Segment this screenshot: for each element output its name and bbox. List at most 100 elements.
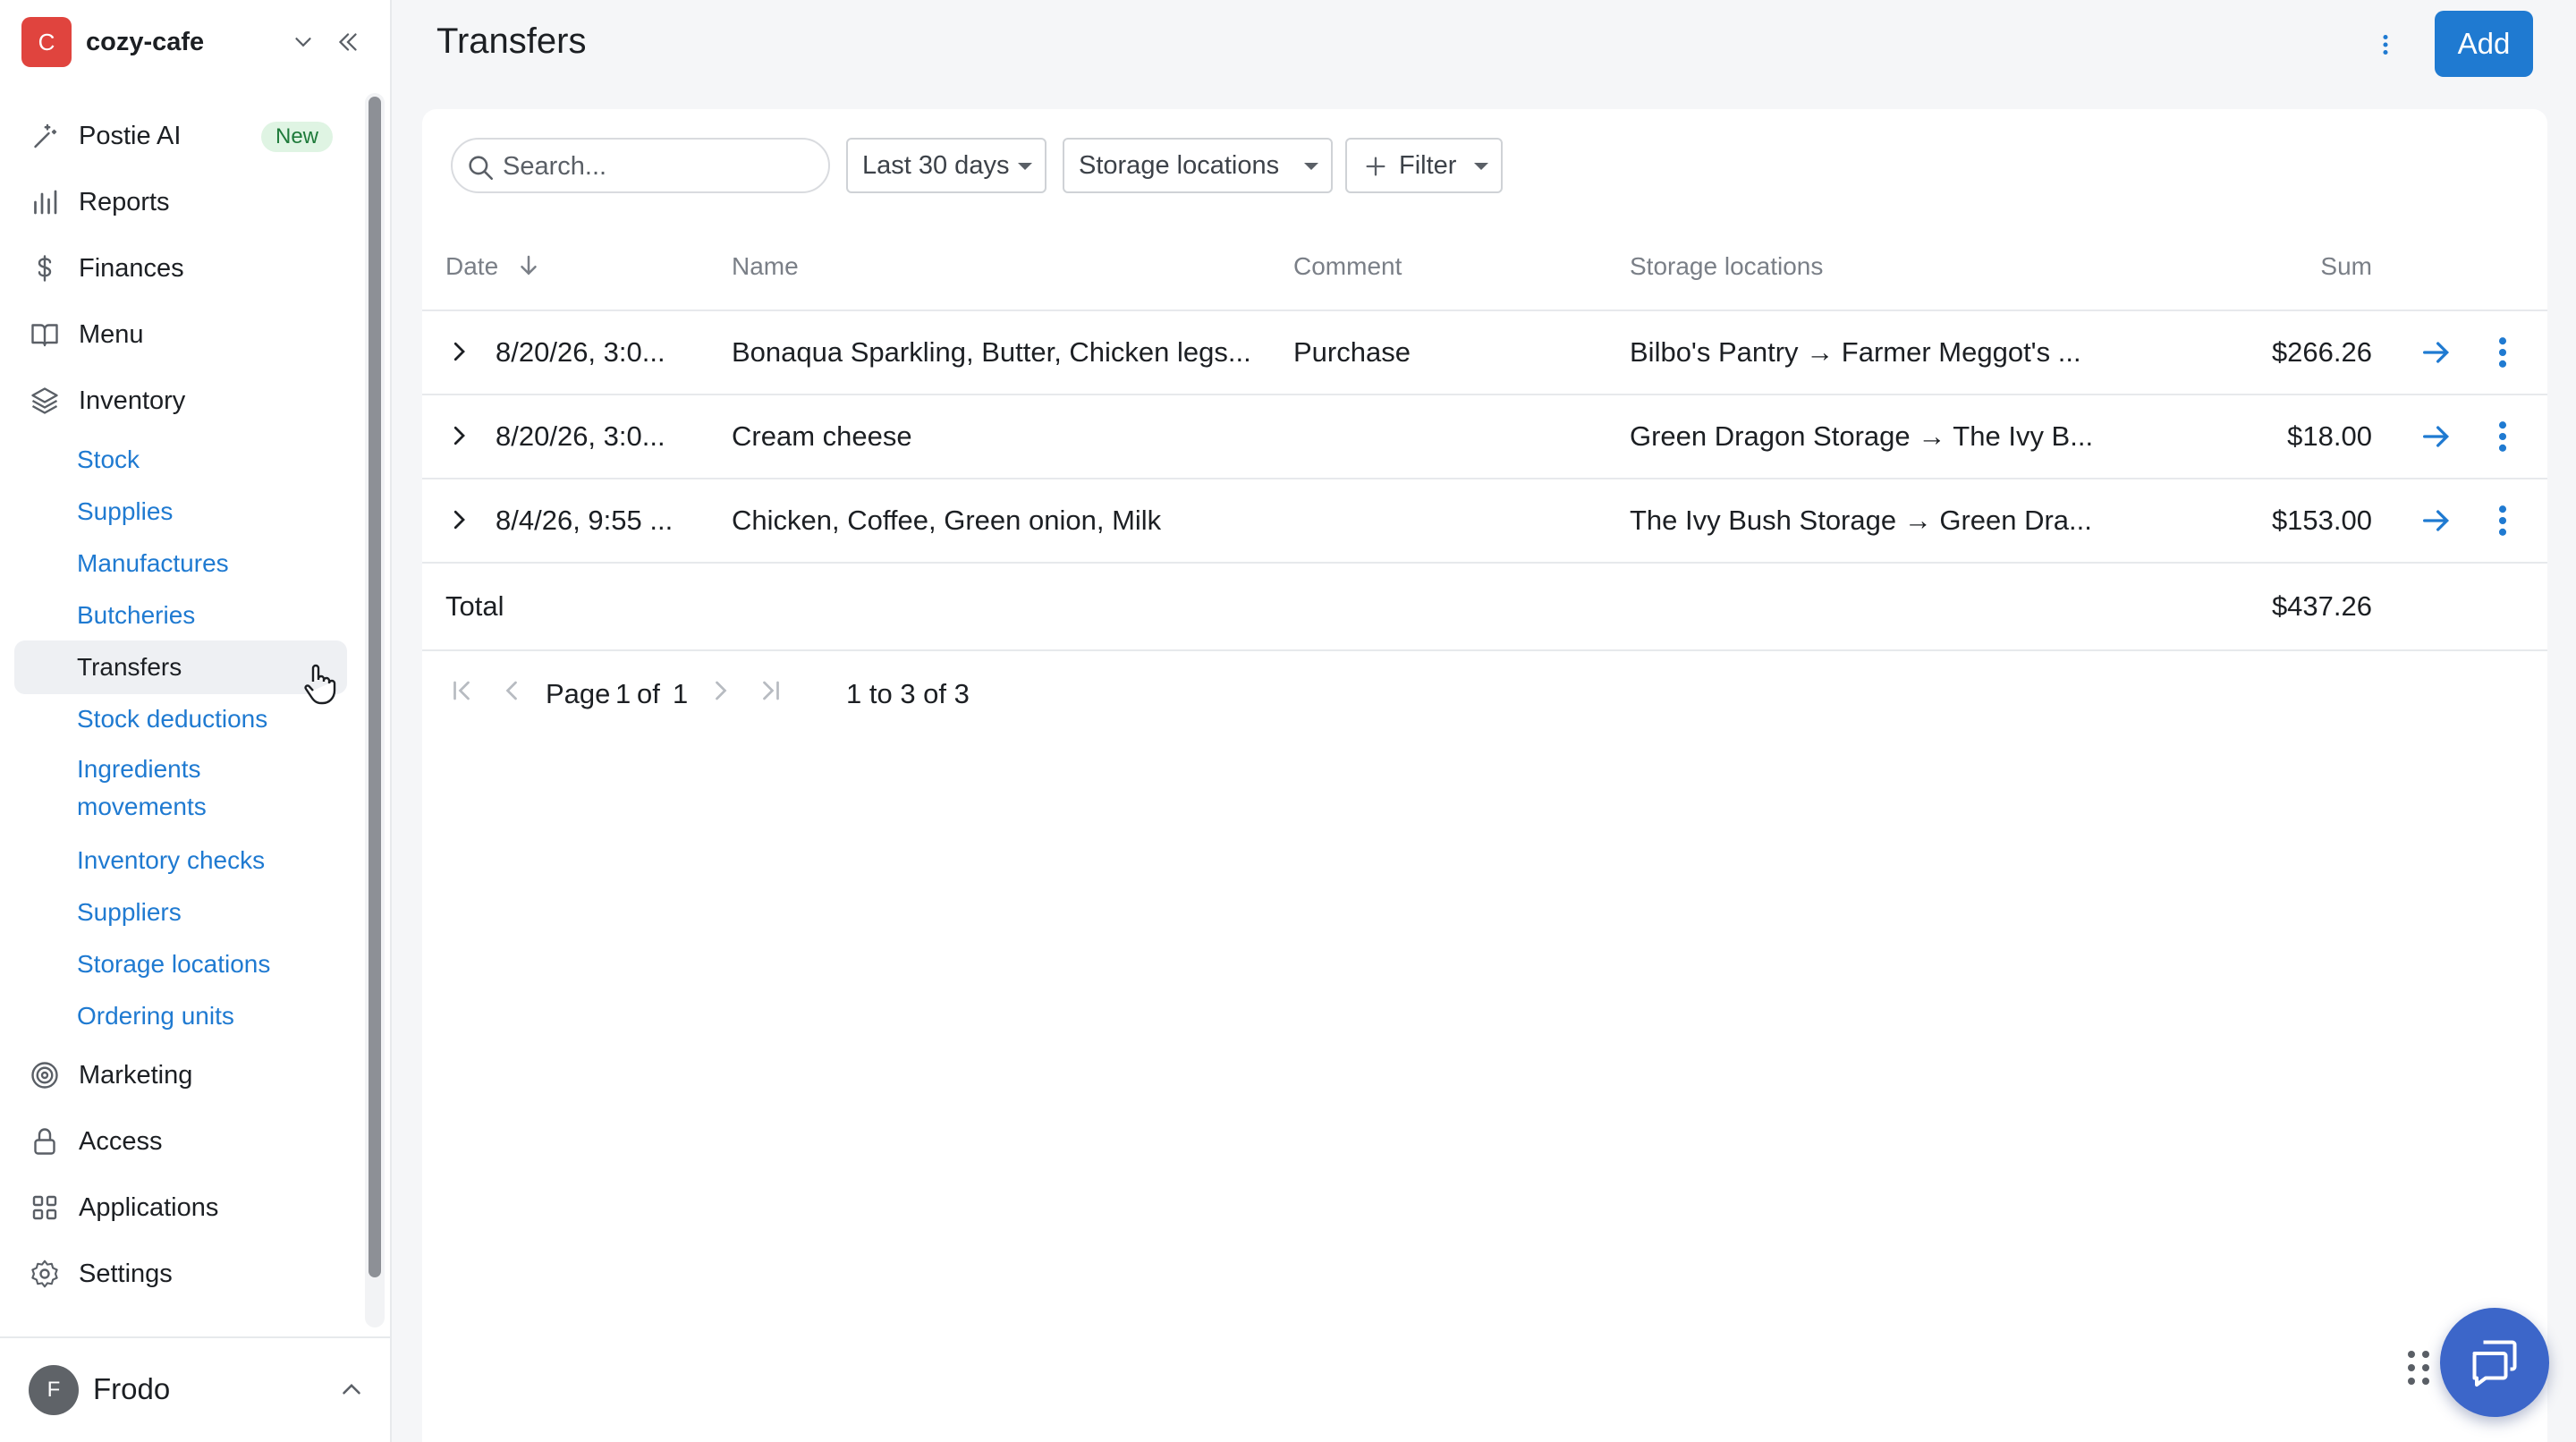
nav-item-menu[interactable]: Menu [14, 310, 347, 360]
period-dropdown[interactable]: Last 30 days [846, 138, 1046, 193]
chevron-right-icon[interactable] [445, 338, 472, 365]
search-box[interactable] [451, 138, 830, 193]
nav-item-marketing[interactable]: Marketing [14, 1050, 347, 1100]
cell-storage: Bilbo's Pantry → Farmer Meggot's ... [1630, 336, 2081, 368]
chevron-down-icon[interactable] [290, 29, 317, 55]
sidebar-item-inventory-checks[interactable]: Inventory checks [14, 837, 347, 884]
nav-item-inventory[interactable]: Inventory [14, 376, 347, 426]
cell-name: Bonaqua Sparkling, Butter, Chicken legs.… [732, 336, 1251, 368]
cell-sum: $18.00 [2287, 420, 2372, 452]
filter-button[interactable]: Filter [1345, 138, 1503, 193]
nav-item-reports[interactable]: Reports [14, 177, 347, 227]
cell-date: 8/20/26, 3:0... [496, 336, 665, 368]
cell-storage: Green Dragon Storage → The Ivy B... [1630, 420, 2094, 452]
column-name[interactable]: Name [732, 252, 799, 281]
lock-icon [34, 1128, 55, 1155]
plus-icon [1366, 157, 1385, 176]
first-page-icon[interactable] [445, 674, 478, 707]
caret-down-icon [1474, 163, 1488, 170]
prev-page-icon[interactable] [496, 674, 528, 707]
chevron-right-icon[interactable] [445, 422, 472, 449]
more-vertical-icon[interactable] [2494, 417, 2512, 456]
arrow-right-icon[interactable] [2419, 335, 2454, 370]
cell-name: Cream cheese [732, 420, 912, 452]
nav-label: Finances [79, 253, 184, 283]
nav-item-applications[interactable]: Applications [14, 1183, 347, 1233]
sub-label: Ingredients movements [77, 755, 207, 820]
sidebar-item-manufactures[interactable]: Manufactures [14, 540, 347, 587]
nav-item-postie-ai[interactable]: Postie AI New [14, 111, 347, 161]
wand-icon [34, 123, 57, 148]
avatar: F [29, 1365, 79, 1415]
sub-label: Transfers [77, 653, 182, 681]
column-date[interactable]: Date [445, 252, 537, 281]
sort-desc-icon[interactable] [515, 252, 542, 279]
nav-label: Applications [79, 1192, 219, 1222]
nav-item-settings[interactable]: Settings [14, 1249, 347, 1299]
sub-label: Storage locations [77, 950, 271, 978]
sidebar-item-ordering-units[interactable]: Ordering units [14, 993, 347, 1039]
sub-label: Stock [77, 445, 140, 473]
page-label: Page [546, 678, 611, 709]
table-total-row: Total $437.26 [422, 564, 2547, 651]
nav-label: Reports [79, 187, 170, 216]
page-range: 1 to 3 of 3 [846, 678, 970, 709]
nav-label: Postie AI [79, 121, 182, 150]
sidebar-item-stock[interactable]: Stock [14, 437, 347, 483]
target-icon [31, 1062, 58, 1089]
sidebar-item-supplies[interactable]: Supplies [14, 488, 347, 535]
collapse-sidebar-icon[interactable] [333, 27, 363, 57]
page-current: 1 [615, 678, 631, 709]
cell-sum: $266.26 [2271, 336, 2372, 368]
column-sum[interactable]: Sum [2320, 252, 2372, 281]
add-button[interactable]: Add [2435, 11, 2533, 77]
nav-item-finances[interactable]: Finances [14, 243, 347, 293]
more-vertical-icon[interactable] [2494, 333, 2512, 372]
storage-locations-dropdown[interactable]: Storage locations [1063, 138, 1333, 193]
sidebar-item-ingredients-movements[interactable]: Ingredients movements [14, 748, 347, 828]
cell-date: 8/4/26, 9:55 ... [496, 505, 674, 536]
chat-icon [2472, 1340, 2517, 1387]
bar-chart-icon [34, 190, 57, 215]
arrow-right-icon[interactable] [2419, 503, 2454, 539]
chevron-up-icon[interactable] [336, 1374, 367, 1404]
nav-item-access[interactable]: Access [14, 1116, 347, 1166]
transfers-card: Last 30 days Storage locations Filter Da… [422, 109, 2547, 1442]
sidebar-item-suppliers[interactable]: Suppliers [14, 889, 347, 936]
more-vertical-icon[interactable] [2494, 501, 2512, 540]
chevron-right-icon[interactable] [445, 506, 472, 533]
column-comment[interactable]: Comment [1293, 252, 1402, 281]
more-vertical-icon[interactable] [2370, 23, 2401, 66]
sidebar: C cozy-cafe Postie AI New Reports Financ… [0, 0, 392, 1442]
filter-label: Filter [1399, 150, 1457, 180]
page-title: Transfers [436, 21, 587, 61]
column-date-label: Date [445, 252, 499, 280]
sub-label: Butcheries [77, 601, 196, 629]
sub-label: Stock deductions [77, 705, 268, 733]
next-page-icon[interactable] [705, 674, 737, 707]
period-label: Last 30 days [862, 150, 1010, 180]
search-input[interactable] [503, 148, 816, 184]
arrow-right-icon[interactable] [2419, 419, 2454, 454]
sidebar-item-storage-locations[interactable]: Storage locations [14, 941, 347, 988]
last-page-icon[interactable] [755, 674, 787, 707]
workspace-switcher[interactable]: C cozy-cafe [21, 17, 370, 67]
drag-handle-icon[interactable] [2406, 1349, 2431, 1387]
column-storage-locations[interactable]: Storage locations [1630, 252, 1823, 281]
storage-label: Storage locations [1079, 150, 1280, 180]
nav-label: Menu [79, 319, 144, 349]
layers-icon [31, 387, 58, 414]
table-header: Date Name Comment Storage locations Sum [422, 231, 2547, 311]
sidebar-item-stock-deductions[interactable]: Stock deductions [14, 696, 347, 742]
sidebar-item-butcheries[interactable]: Butcheries [14, 592, 347, 639]
chat-button[interactable] [2440, 1308, 2549, 1417]
table-row[interactable]: 8/4/26, 9:55 ... Chicken, Coffee, Green … [422, 479, 2547, 564]
table-row[interactable]: 8/20/26, 3:0... Bonaqua Sparkling, Butte… [422, 311, 2547, 395]
sub-label: Ordering units [77, 1002, 234, 1030]
sidebar-scrollbar-thumb[interactable] [369, 97, 381, 1277]
sub-label: Supplies [77, 497, 174, 525]
table-row[interactable]: 8/20/26, 3:0... Cream cheese Green Drago… [422, 395, 2547, 479]
user-menu[interactable]: F Frodo [0, 1336, 390, 1442]
cell-name: Chicken, Coffee, Green onion, Milk [732, 505, 1162, 536]
sidebar-item-transfers[interactable]: Transfers [14, 640, 347, 694]
